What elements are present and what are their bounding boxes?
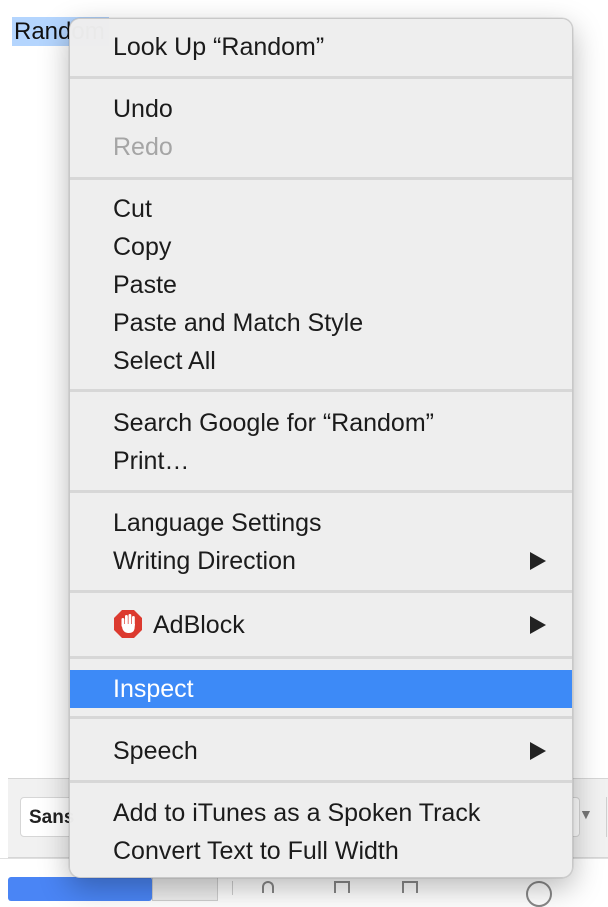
menu-separator bbox=[70, 490, 572, 493]
menu-item-paste-match-style[interactable]: Paste and Match Style bbox=[70, 304, 572, 342]
menu-item-label: Redo bbox=[113, 133, 173, 161]
menu-item-label: Writing Direction bbox=[113, 547, 296, 575]
menu-item-label: Search Google for “Random” bbox=[113, 409, 434, 437]
menu-item-speech[interactable]: Speech bbox=[70, 732, 572, 770]
menu-item-print[interactable]: Print… bbox=[70, 442, 572, 480]
menu-separator bbox=[70, 716, 572, 719]
bar-divider bbox=[232, 881, 233, 895]
menu-item-label: Cut bbox=[113, 195, 152, 223]
photo-icon[interactable] bbox=[402, 881, 418, 893]
menu-item-label: Print… bbox=[113, 447, 190, 475]
menu-item-look-up[interactable]: Look Up “Random” bbox=[70, 28, 572, 66]
menu-item-label: Copy bbox=[113, 233, 172, 261]
menu-separator bbox=[70, 177, 572, 180]
adblock-hand-icon bbox=[114, 610, 142, 638]
menu-item-undo[interactable]: Undo bbox=[70, 90, 572, 128]
menu-item-label: Inspect bbox=[113, 675, 194, 703]
menu-item-label: Language Settings bbox=[113, 509, 322, 537]
menu-item-label: Add to iTunes as a Spoken Track bbox=[113, 799, 481, 827]
formatting-button[interactable] bbox=[152, 877, 218, 901]
menu-item-redo: Redo bbox=[70, 128, 572, 166]
attachment-icon[interactable] bbox=[262, 881, 274, 893]
menu-separator bbox=[70, 590, 572, 593]
drive-icon[interactable] bbox=[334, 881, 350, 893]
submenu-arrow-icon bbox=[528, 732, 548, 770]
menu-item-inspect[interactable]: Inspect bbox=[70, 670, 572, 708]
toolbar-divider bbox=[606, 797, 607, 837]
menu-separator bbox=[70, 780, 572, 783]
menu-separator bbox=[70, 656, 572, 659]
menu-item-label: Undo bbox=[113, 95, 173, 123]
menu-item-label: AdBlock bbox=[153, 611, 245, 639]
menu-item-language-settings[interactable]: Language Settings bbox=[70, 504, 572, 542]
menu-item-search-google[interactable]: Search Google for “Random” bbox=[70, 404, 572, 442]
menu-separator bbox=[70, 389, 572, 392]
menu-item-adblock[interactable]: AdBlock bbox=[70, 606, 572, 644]
submenu-arrow-icon bbox=[528, 542, 548, 580]
menu-item-add-to-itunes[interactable]: Add to iTunes as a Spoken Track bbox=[70, 794, 572, 832]
menu-item-writing-direction[interactable]: Writing Direction bbox=[70, 542, 572, 580]
emoji-icon[interactable] bbox=[526, 881, 552, 907]
submenu-arrow-icon bbox=[528, 606, 548, 644]
menu-item-label: Look Up “Random” bbox=[113, 33, 325, 61]
chevron-down-icon: ▼ bbox=[579, 806, 593, 822]
font-family-value: Sans bbox=[29, 807, 75, 828]
menu-item-copy[interactable]: Copy bbox=[70, 228, 572, 266]
context-menu: Look Up “Random” Undo Redo Cut Copy Past… bbox=[69, 18, 573, 878]
menu-item-label: Paste and Match Style bbox=[113, 309, 364, 337]
menu-item-paste[interactable]: Paste bbox=[70, 266, 572, 304]
menu-item-label: Speech bbox=[113, 737, 198, 765]
menu-item-convert-full-width[interactable]: Convert Text to Full Width bbox=[70, 832, 572, 870]
menu-separator bbox=[70, 76, 572, 79]
menu-item-label: Convert Text to Full Width bbox=[113, 837, 399, 865]
menu-item-label: Select All bbox=[113, 347, 216, 375]
menu-item-cut[interactable]: Cut bbox=[70, 190, 572, 228]
menu-item-label: Paste bbox=[113, 271, 177, 299]
menu-item-select-all[interactable]: Select All bbox=[70, 342, 572, 380]
send-button[interactable] bbox=[8, 877, 152, 901]
